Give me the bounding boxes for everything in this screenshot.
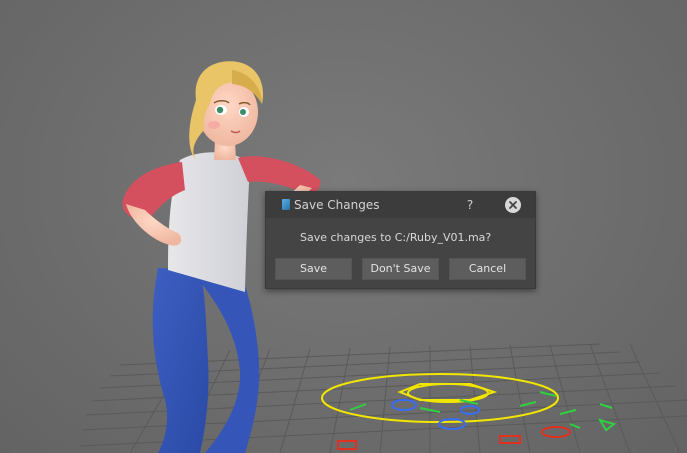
dialog-title: Save Changes xyxy=(294,198,380,212)
save-button[interactable]: Save xyxy=(275,258,352,280)
cancel-button[interactable]: Cancel xyxy=(449,258,526,280)
maya-viewport[interactable]: Save Changes ? Save changes to C:/Ruby_V… xyxy=(0,0,687,453)
dialog-message: Save changes to C:/Ruby_V01.ma? xyxy=(300,231,492,244)
save-changes-dialog: Save Changes ? Save changes to C:/Ruby_V… xyxy=(265,191,536,289)
close-button[interactable] xyxy=(505,197,521,213)
maya-app-icon xyxy=(282,199,290,210)
close-icon xyxy=(509,201,517,209)
rig-controls xyxy=(321,373,617,450)
dont-save-button[interactable]: Don't Save xyxy=(362,258,439,280)
dialog-titlebar[interactable]: Save Changes ? xyxy=(266,192,535,218)
help-button[interactable]: ? xyxy=(462,196,478,214)
